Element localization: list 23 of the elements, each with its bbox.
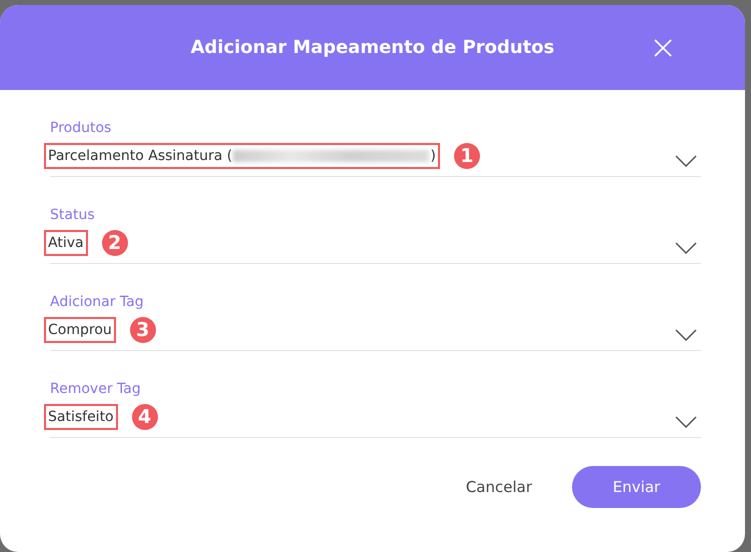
cancel-button[interactable]: Cancelar — [466, 470, 532, 504]
submit-button[interactable]: Enviar — [572, 466, 701, 508]
field-label: Adicionar Tag — [50, 294, 144, 310]
step-marker: 1 — [454, 143, 480, 169]
selected-value: Comprou — [44, 317, 116, 343]
step-marker: 4 — [132, 404, 158, 430]
select-field[interactable]: Ativa 2 — [44, 223, 701, 263]
select-field[interactable]: Parcelamento Assinatura ( ) 1 — [44, 136, 701, 176]
selected-value: Parcelamento Assinatura ( ) — [44, 143, 440, 169]
chevron-down-icon — [675, 155, 697, 167]
field-label: Remover Tag — [50, 381, 141, 397]
selected-value: Ativa — [44, 230, 88, 256]
field-label: Status — [50, 207, 95, 223]
step-marker: 2 — [102, 230, 128, 256]
select-field[interactable]: Satisfeito 4 — [44, 397, 701, 437]
chevron-down-icon — [675, 242, 697, 254]
selected-value: Satisfeito — [44, 404, 118, 430]
dialog-title: Adicionar Mapeamento de Produtos — [190, 37, 554, 58]
field-label: Produtos — [50, 120, 112, 136]
chevron-down-icon — [675, 329, 697, 341]
step-marker: 3 — [130, 317, 156, 343]
select-field[interactable]: Comprou 3 — [44, 310, 701, 350]
chevron-down-icon — [675, 416, 697, 428]
